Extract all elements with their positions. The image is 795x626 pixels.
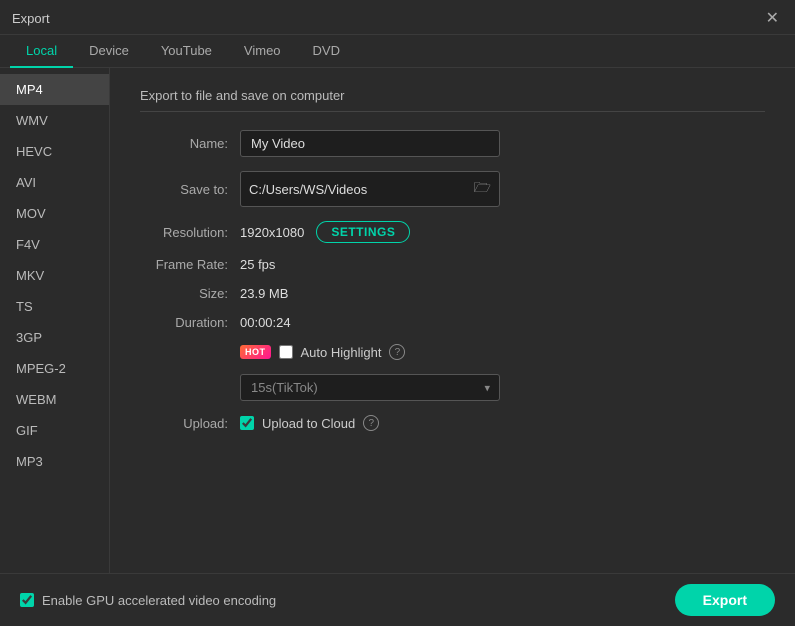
auto-highlight-help-icon[interactable]: ? <box>389 344 405 360</box>
sidebar-item-mpeg2[interactable]: MPEG-2 <box>0 353 109 384</box>
sidebar-item-webm[interactable]: WEBM <box>0 384 109 415</box>
sidebar-item-mov[interactable]: MOV <box>0 198 109 229</box>
resolution-row: Resolution: 1920x1080 SETTINGS <box>140 221 765 243</box>
sidebar-item-mkv[interactable]: MKV <box>0 260 109 291</box>
save-path-container: C:/Users/WS/Videos 🗁 <box>240 171 500 207</box>
gpu-label: Enable GPU accelerated video encoding <box>42 593 276 608</box>
frame-rate-value: 25 fps <box>240 257 275 272</box>
name-row: Name: <box>140 130 765 157</box>
upload-cloud-help-icon[interactable]: ? <box>363 415 379 431</box>
upload-label: Upload: <box>140 416 240 431</box>
sidebar-item-gif[interactable]: GIF <box>0 415 109 446</box>
name-label: Name: <box>140 136 240 151</box>
title-bar: Export ✕ <box>0 0 795 35</box>
upload-cloud-label: Upload to Cloud <box>262 416 355 431</box>
tabs-bar: Local Device YouTube Vimeo DVD <box>0 35 795 68</box>
gpu-row: Enable GPU accelerated video encoding <box>20 593 276 608</box>
folder-icon[interactable]: 🗁 <box>474 177 491 201</box>
duration-row: Duration: 00:00:24 <box>140 315 765 330</box>
bottom-bar: Enable GPU accelerated video encoding Ex… <box>0 573 795 626</box>
tiktok-dropdown-row: 15s(TikTok) ▾ <box>140 374 765 401</box>
sidebar-item-ts[interactable]: TS <box>0 291 109 322</box>
save-to-row: Save to: C:/Users/WS/Videos 🗁 <box>140 171 765 207</box>
auto-highlight-row: HOT Auto Highlight ? <box>140 344 765 360</box>
save-to-label: Save to: <box>140 182 240 197</box>
window-title: Export <box>12 11 50 26</box>
sidebar-item-mp3[interactable]: MP3 <box>0 446 109 477</box>
sidebar-item-avi[interactable]: AVI <box>0 167 109 198</box>
upload-row: Upload: Upload to Cloud ? <box>140 415 765 431</box>
resolution-content: 1920x1080 SETTINGS <box>240 221 410 243</box>
format-sidebar: MP4 WMV HEVC AVI MOV F4V MKV TS 3GP MPEG… <box>0 68 110 573</box>
name-input[interactable] <box>240 130 500 157</box>
upload-cloud-content: Upload to Cloud ? <box>240 415 379 431</box>
tab-vimeo[interactable]: Vimeo <box>228 35 297 68</box>
settings-button[interactable]: SETTINGS <box>316 221 410 243</box>
duration-label: Duration: <box>140 315 240 330</box>
duration-value: 00:00:24 <box>240 315 291 330</box>
sidebar-item-hevc[interactable]: HEVC <box>0 136 109 167</box>
export-window: Export ✕ Local Device YouTube Vimeo DVD … <box>0 0 795 626</box>
sidebar-item-wmv[interactable]: WMV <box>0 105 109 136</box>
tiktok-dropdown[interactable]: 15s(TikTok) <box>240 374 500 401</box>
save-path-text: C:/Users/WS/Videos <box>249 182 470 197</box>
resolution-value: 1920x1080 <box>240 225 304 240</box>
resolution-label: Resolution: <box>140 225 240 240</box>
content-area: MP4 WMV HEVC AVI MOV F4V MKV TS 3GP MPEG… <box>0 68 795 573</box>
size-value: 23.9 MB <box>240 286 288 301</box>
size-label: Size: <box>140 286 240 301</box>
hot-badge: HOT <box>240 345 271 359</box>
tab-local[interactable]: Local <box>10 35 73 68</box>
tab-dvd[interactable]: DVD <box>297 35 356 68</box>
tab-youtube[interactable]: YouTube <box>145 35 228 68</box>
sidebar-item-mp4[interactable]: MP4 <box>0 74 109 105</box>
export-button[interactable]: Export <box>675 584 775 616</box>
upload-cloud-checkbox[interactable] <box>240 416 254 430</box>
frame-rate-row: Frame Rate: 25 fps <box>140 257 765 272</box>
tab-device[interactable]: Device <box>73 35 145 68</box>
tiktok-dropdown-wrapper: 15s(TikTok) ▾ <box>240 374 500 401</box>
auto-highlight-checkbox[interactable] <box>279 345 293 359</box>
auto-highlight-content: HOT Auto Highlight ? <box>240 344 405 360</box>
gpu-checkbox[interactable] <box>20 593 34 607</box>
frame-rate-label: Frame Rate: <box>140 257 240 272</box>
close-button[interactable]: ✕ <box>762 8 783 28</box>
section-title: Export to file and save on computer <box>140 88 765 112</box>
auto-highlight-label: Auto Highlight <box>301 345 382 360</box>
sidebar-item-f4v[interactable]: F4V <box>0 229 109 260</box>
main-panel: Export to file and save on computer Name… <box>110 68 795 573</box>
size-row: Size: 23.9 MB <box>140 286 765 301</box>
sidebar-item-3gp[interactable]: 3GP <box>0 322 109 353</box>
